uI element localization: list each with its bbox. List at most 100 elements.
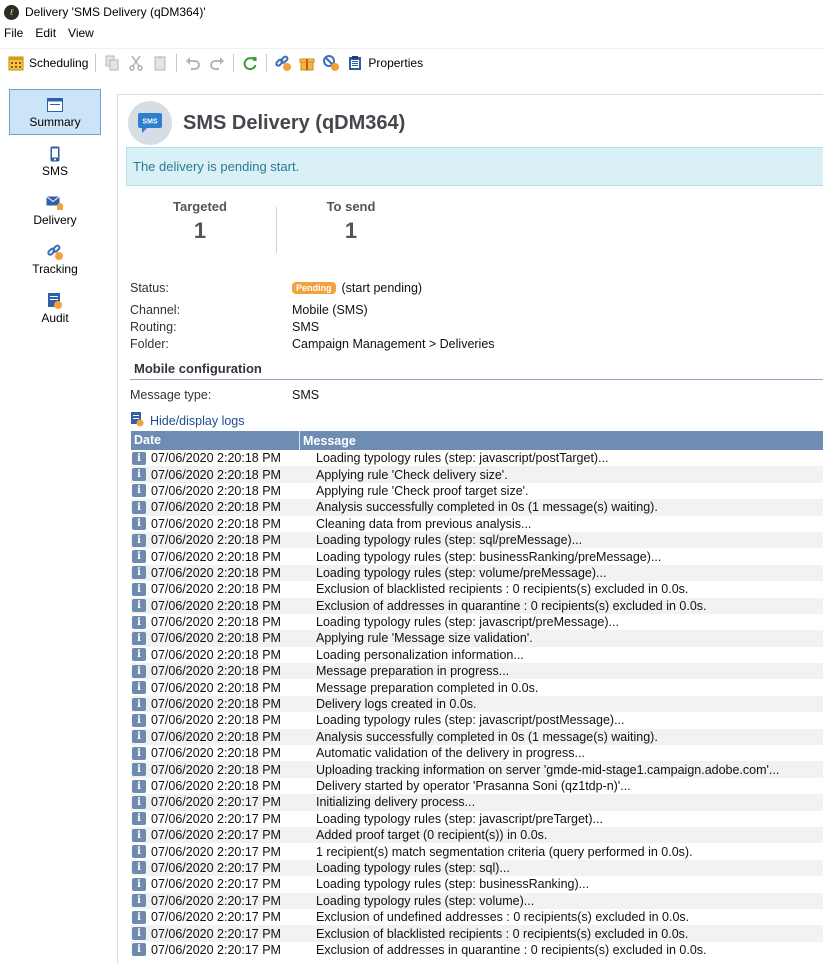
table-row[interactable]: i 07/06/2020 2:20:18 PM Exclusion of black… <box>131 581 823 597</box>
table-row[interactable]: i 07/06/2020 2:20:18 PM Loading personaliz… <box>131 647 823 663</box>
gift-button[interactable] <box>295 51 319 75</box>
nav-delivery[interactable]: Delivery <box>9 187 101 233</box>
table-row[interactable]: i 07/06/2020 2:20:18 PM Loading typology r… <box>131 531 823 549</box>
message-type-value: SMS <box>292 388 320 402</box>
log-date: 07/06/2020 2:20:18 PM <box>151 680 281 695</box>
log-date: 07/06/2020 2:20:17 PM <box>151 942 281 957</box>
log-date: 07/06/2020 2:20:17 PM <box>151 860 281 875</box>
table-row[interactable]: i 07/06/2020 2:20:18 PM Loading typology r… <box>131 450 823 466</box>
properties-button[interactable]: Properties <box>343 51 426 75</box>
status-banner: The delivery is pending start. <box>126 147 823 186</box>
table-row[interactable]: i 07/06/2020 2:20:18 PM Message preparatio… <box>131 679 823 695</box>
logs-link-label: Hide/display logs <box>150 413 245 428</box>
table-row[interactable]: i 07/06/2020 2:20:18 PM Uploading tracking… <box>131 761 823 778</box>
window-title: Delivery 'SMS Delivery (qDM364)' <box>25 5 206 19</box>
targeted-stat: Targeted 1 <box>164 199 236 244</box>
table-row[interactable]: i 07/06/2020 2:20:18 PM Loading typology r… <box>131 564 823 582</box>
table-row[interactable]: i 07/06/2020 2:20:18 PM Exclusion of addre… <box>131 597 823 614</box>
tosend-stat: To send 1 <box>316 199 386 244</box>
column-header-date[interactable]: Date <box>131 431 300 450</box>
log-message: Applying rule 'Check delivery size'. <box>316 467 508 482</box>
properties-label: Properties <box>368 55 424 70</box>
table-row[interactable]: i 07/06/2020 2:20:18 PM Loading typology r… <box>131 712 823 728</box>
scheduling-button[interactable]: Scheduling <box>4 51 91 75</box>
summary-icon <box>47 95 63 115</box>
clipboard-icon <box>346 54 364 72</box>
table-row[interactable]: i 07/06/2020 2:20:17 PM Exclusion of addre… <box>131 942 823 958</box>
folder-value: Campaign Management > Deliveries <box>292 337 495 351</box>
folder-label: Folder: <box>130 337 169 351</box>
table-row[interactable]: i 07/06/2020 2:20:18 PM Applying rule 'Mes… <box>131 630 823 647</box>
undo-button[interactable] <box>181 51 205 75</box>
sms-avatar-text: SMS <box>142 119 158 126</box>
info-icon: i <box>132 681 146 695</box>
table-row[interactable]: i 07/06/2020 2:20:17 PM Loading typology r… <box>131 892 823 909</box>
link-button[interactable] <box>271 51 295 75</box>
paste-icon <box>151 54 169 72</box>
log-message: Delivery started by operator 'Prasanna S… <box>316 779 631 793</box>
menu-file[interactable]: File <box>4 26 23 40</box>
log-date: 07/06/2020 2:20:18 PM <box>151 615 281 630</box>
log-message: Initializing delivery process... <box>316 795 476 810</box>
menu-bar: File Edit View <box>0 24 823 42</box>
redo-button[interactable] <box>205 51 229 75</box>
table-row[interactable]: i 07/06/2020 2:20:18 PM Applying rule 'Che… <box>131 466 823 483</box>
table-row[interactable]: i 07/06/2020 2:20:17 PM Added proof target… <box>131 826 823 844</box>
info-icon: i <box>132 894 146 908</box>
info-icon: i <box>132 877 146 891</box>
copy-button[interactable] <box>100 51 124 75</box>
info-icon: i <box>132 631 146 645</box>
table-row[interactable]: i 07/06/2020 2:20:18 PM Delivery logs crea… <box>131 695 823 713</box>
delivery-icon <box>46 193 64 213</box>
nav-tracking-label: Tracking <box>32 262 78 276</box>
nav-audit-label: Audit <box>41 311 69 325</box>
routing-value: SMS <box>292 320 320 334</box>
info-icon: i <box>132 550 146 564</box>
table-row[interactable]: i 07/06/2020 2:20:17 PM Loading typology r… <box>131 859 823 877</box>
info-icon: i <box>132 779 146 793</box>
routing-label: Routing: <box>130 320 177 334</box>
table-row[interactable]: i 07/06/2020 2:20:18 PM Cleaning data from… <box>131 516 823 532</box>
table-row[interactable]: i 07/06/2020 2:20:18 PM Message preparatio… <box>131 663 823 680</box>
log-date: 07/06/2020 2:20:18 PM <box>151 729 281 744</box>
cut-button[interactable] <box>124 51 148 75</box>
log-date: 07/06/2020 2:20:18 PM <box>151 762 281 777</box>
table-row[interactable]: i 07/06/2020 2:20:17 PM Loading typology r… <box>131 811 823 827</box>
menu-edit[interactable]: Edit <box>35 26 56 40</box>
menu-view[interactable]: View <box>68 26 94 40</box>
log-date: 07/06/2020 2:20:18 PM <box>151 697 281 712</box>
info-icon: i <box>132 533 146 547</box>
table-row[interactable]: i 07/06/2020 2:20:18 PM Delivery started b… <box>131 778 823 794</box>
info-icon: i <box>132 828 146 842</box>
nav-tracking[interactable]: Tracking <box>9 236 101 282</box>
nav-audit[interactable]: Audit <box>9 285 101 331</box>
table-row[interactable]: i 07/06/2020 2:20:18 PM Automatic validati… <box>131 745 823 761</box>
channel-value: Mobile (SMS) <box>292 303 368 317</box>
hide-display-logs-link[interactable]: Hide/display logs <box>130 411 245 430</box>
nav-summary[interactable]: Summary <box>9 89 101 135</box>
table-row[interactable]: i 07/06/2020 2:20:17 PM 1 recipient(s) mat… <box>131 843 823 859</box>
log-message: Cleaning data from previous analysis... <box>316 516 532 531</box>
target-button[interactable] <box>319 51 343 75</box>
table-row[interactable]: i 07/06/2020 2:20:17 PM Loading typology r… <box>131 876 823 892</box>
log-date: 07/06/2020 2:20:18 PM <box>151 647 281 662</box>
refresh-button[interactable] <box>238 51 262 75</box>
table-row[interactable]: i 07/06/2020 2:20:18 PM Loading typology r… <box>131 548 823 564</box>
link-icon <box>274 54 292 72</box>
paste-button[interactable] <box>148 51 172 75</box>
table-row[interactable]: i 07/06/2020 2:20:17 PM Exclusion of black… <box>131 925 823 942</box>
toolbar-separator <box>95 53 97 72</box>
info-icon: i <box>132 763 146 777</box>
toolbar-separator <box>266 53 268 72</box>
column-header-message[interactable]: Message <box>300 434 356 448</box>
table-row[interactable]: i 07/06/2020 2:20:18 PM Loading typology r… <box>131 614 823 630</box>
audit-icon <box>47 291 63 311</box>
table-row[interactable]: i 07/06/2020 2:20:18 PM Analysis successfu… <box>131 499 823 516</box>
table-row[interactable]: i 07/06/2020 2:20:18 PM Analysis successfu… <box>131 728 823 746</box>
table-row[interactable]: i 07/06/2020 2:20:17 PM Initializing deliv… <box>131 794 823 811</box>
table-row[interactable]: i 07/06/2020 2:20:17 PM Exclusion of undef… <box>131 909 823 925</box>
nav-sms[interactable]: SMS <box>9 138 101 184</box>
table-row[interactable]: i 07/06/2020 2:20:18 PM Applying rule 'Che… <box>131 483 823 499</box>
info-icon: i <box>132 861 146 875</box>
log-date: 07/06/2020 2:20:17 PM <box>151 893 281 908</box>
